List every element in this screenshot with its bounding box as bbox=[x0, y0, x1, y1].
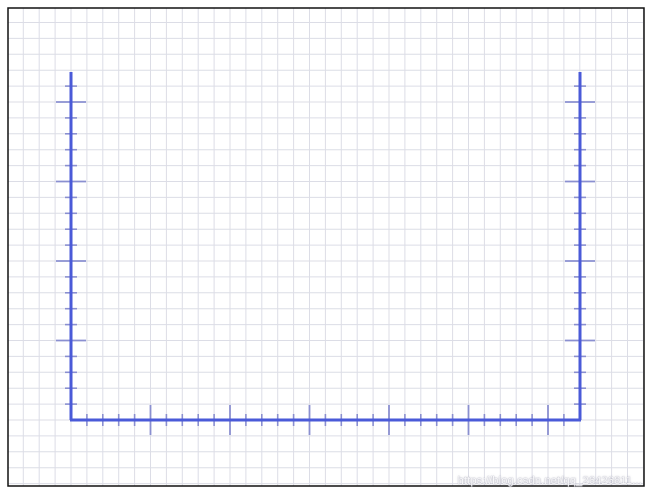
watermark-text: https://blog.csdn.net/qq_26426811... bbox=[457, 475, 642, 487]
graph-paper-canvas bbox=[0, 0, 650, 497]
